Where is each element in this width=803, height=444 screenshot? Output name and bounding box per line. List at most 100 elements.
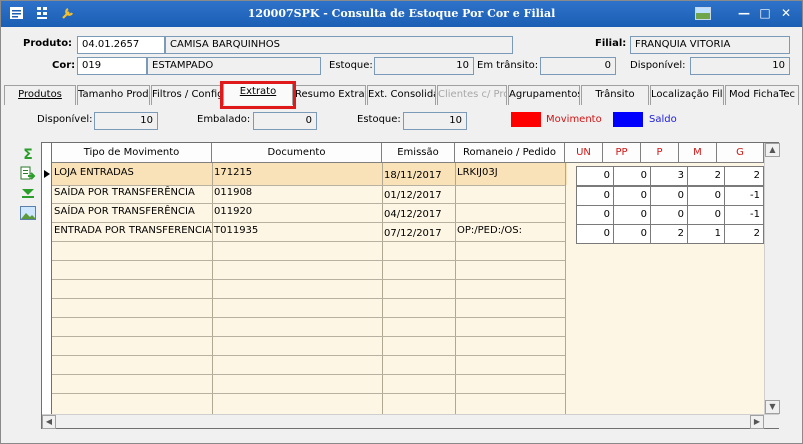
cell-romaneio[interactable]	[455, 184, 565, 204]
export-icon[interactable]	[19, 166, 37, 182]
photo-icon[interactable]	[695, 7, 711, 20]
cell-emissao[interactable]: 18/11/2017	[382, 167, 455, 187]
grid-line	[52, 203, 565, 204]
embalado-field: 0	[253, 112, 317, 130]
sum-icon[interactable]: Σ	[19, 147, 37, 163]
col-header-pp[interactable]: PP	[603, 143, 641, 163]
col-header-g[interactable]: G	[717, 143, 764, 163]
cell-un[interactable]: 0	[576, 186, 614, 206]
grid-line	[52, 260, 565, 261]
horizontal-scrollbar[interactable]: ◀ ▶	[42, 414, 779, 429]
cell-p[interactable]: 2	[650, 224, 688, 244]
cell-tipo[interactable]: SAÍDA POR TRANSFERÊNCIA	[52, 184, 212, 204]
vertical-scrollbar[interactable]: ▲ ▼	[764, 143, 780, 414]
cell-emissao[interactable]: 07/12/2017	[382, 225, 455, 245]
extrato-disponivel-label: Disponível:	[37, 114, 93, 125]
cell-m[interactable]: 2	[687, 166, 725, 186]
cell-p[interactable]: 3	[650, 166, 688, 186]
cell-m[interactable]: 1	[687, 224, 725, 244]
cell-pp[interactable]: 0	[613, 224, 651, 244]
cell-documento[interactable]: T011935	[212, 222, 382, 242]
cell-un[interactable]: 0	[576, 166, 614, 186]
cell-m[interactable]: 0	[687, 186, 725, 206]
cell-m[interactable]: 0	[687, 205, 725, 225]
col-header-p[interactable]: P	[641, 143, 679, 163]
grid-line	[52, 222, 565, 223]
grid-line	[52, 374, 565, 375]
image-icon[interactable]	[19, 205, 37, 221]
grid-line	[52, 336, 565, 337]
grid-line	[565, 163, 566, 414]
extrato-disponivel-field: 10	[94, 112, 158, 130]
collapse-down-icon[interactable]	[19, 185, 37, 201]
tab-resumo-extrato[interactable]: Resumo Extrato	[294, 85, 366, 105]
col-header-m[interactable]: M	[679, 143, 717, 163]
grid-line	[52, 317, 565, 318]
filial-field[interactable]: FRANQUIA VITORIA	[630, 36, 790, 54]
cell-documento[interactable]: 011908	[212, 184, 382, 204]
cell-p[interactable]: 0	[650, 205, 688, 225]
cell-g[interactable]: 2	[724, 166, 764, 186]
cell-tipo[interactable]: SAÍDA POR TRANSFERÊNCIA	[52, 203, 212, 223]
col-header-romaneio[interactable]: Romaneio / Pedido	[455, 143, 565, 163]
tab-filtros[interactable]: Filtros / Configurações	[151, 85, 222, 105]
saldo-swatch	[613, 112, 643, 127]
estoque-label: Estoque:	[329, 60, 373, 71]
grid-line	[52, 279, 565, 280]
cell-romaneio[interactable]: LRKIJ03J	[455, 164, 565, 184]
cell-pp[interactable]: 0	[613, 186, 651, 206]
saldo-legend: Saldo	[649, 114, 677, 125]
tab-transito[interactable]: Trânsito	[581, 85, 649, 105]
grid-body: Tipo de Movimento Documento Emissão Roma…	[52, 143, 764, 414]
col-header-documento[interactable]: Documento	[212, 143, 382, 163]
estoque-field: 10	[374, 57, 474, 75]
embalado-label: Embalado:	[197, 114, 251, 125]
grid-line	[52, 393, 565, 394]
grid-line	[52, 298, 565, 299]
window-title: 120007SPK - Consulta de Estoque Por Cor …	[247, 7, 556, 20]
movimento-legend: Movimento	[546, 114, 602, 125]
produto-desc-field: CAMISA BARQUINHOS	[165, 36, 513, 54]
cell-romaneio[interactable]: OP:/PED:/OS:	[455, 222, 565, 242]
cell-pp[interactable]: 0	[613, 205, 651, 225]
tab-produtos[interactable]: Produtos	[4, 85, 76, 105]
cell-un[interactable]: 0	[576, 224, 614, 244]
cell-g[interactable]: -1	[724, 205, 764, 225]
cell-g[interactable]: 2	[724, 224, 764, 244]
cell-emissao[interactable]: 01/12/2017	[382, 187, 455, 207]
extrato-estoque-field: 10	[403, 112, 467, 130]
cell-emissao[interactable]: 04/12/2017	[382, 206, 455, 226]
cell-un[interactable]: 0	[576, 205, 614, 225]
col-header-un[interactable]: UN	[565, 143, 603, 163]
col-header-emissao[interactable]: Emissão	[382, 143, 455, 163]
tab-mod-fichatec[interactable]: Mod FichaTec	[725, 85, 799, 105]
scroll-right-icon[interactable]: ▶	[750, 415, 764, 429]
scroll-left-icon[interactable]: ◀	[42, 415, 56, 429]
scroll-up-icon[interactable]: ▲	[765, 143, 780, 157]
tab-agrupamentos[interactable]: Agrupamentos	[508, 85, 580, 105]
tab-clientes[interactable]: Clientes c/ Produto	[437, 85, 507, 105]
cor-code-field[interactable]: 019	[77, 57, 147, 75]
cell-documento[interactable]: 171215	[212, 164, 382, 184]
grid-line	[52, 185, 565, 186]
col-header-tipo[interactable]: Tipo de Movimento	[52, 143, 212, 163]
scroll-down-icon[interactable]: ▼	[765, 400, 780, 414]
extrato-grid: Tipo de Movimento Documento Emissão Roma…	[41, 142, 780, 429]
cell-g[interactable]: -1	[724, 186, 764, 206]
maximize-button[interactable]: □	[756, 5, 774, 21]
disponivel-label: Disponível:	[630, 60, 686, 71]
cell-p[interactable]: 0	[650, 186, 688, 206]
cell-romaneio[interactable]	[455, 203, 565, 223]
cell-documento[interactable]: 011920	[212, 203, 382, 223]
highlight-box	[220, 81, 296, 109]
tab-ext-consolidado[interactable]: Ext. Consolidado	[367, 85, 436, 105]
tab-localizacao-filial[interactable]: Localização Filial	[650, 85, 724, 105]
minimize-button[interactable]: —	[735, 5, 753, 21]
produto-code-field[interactable]: 04.01.2657	[77, 36, 165, 54]
cell-pp[interactable]: 0	[613, 166, 651, 186]
cell-tipo[interactable]: LOJA ENTRADAS	[52, 164, 212, 184]
tab-tamanho-produto[interactable]: Tamanho Produto	[77, 85, 150, 105]
close-button[interactable]: ✕	[777, 5, 795, 21]
tab-bar: Produtos Tamanho Produto Filtros / Confi…	[4, 82, 801, 105]
cell-tipo[interactable]: ENTRADA POR TRANSFERENCIA	[52, 222, 212, 242]
